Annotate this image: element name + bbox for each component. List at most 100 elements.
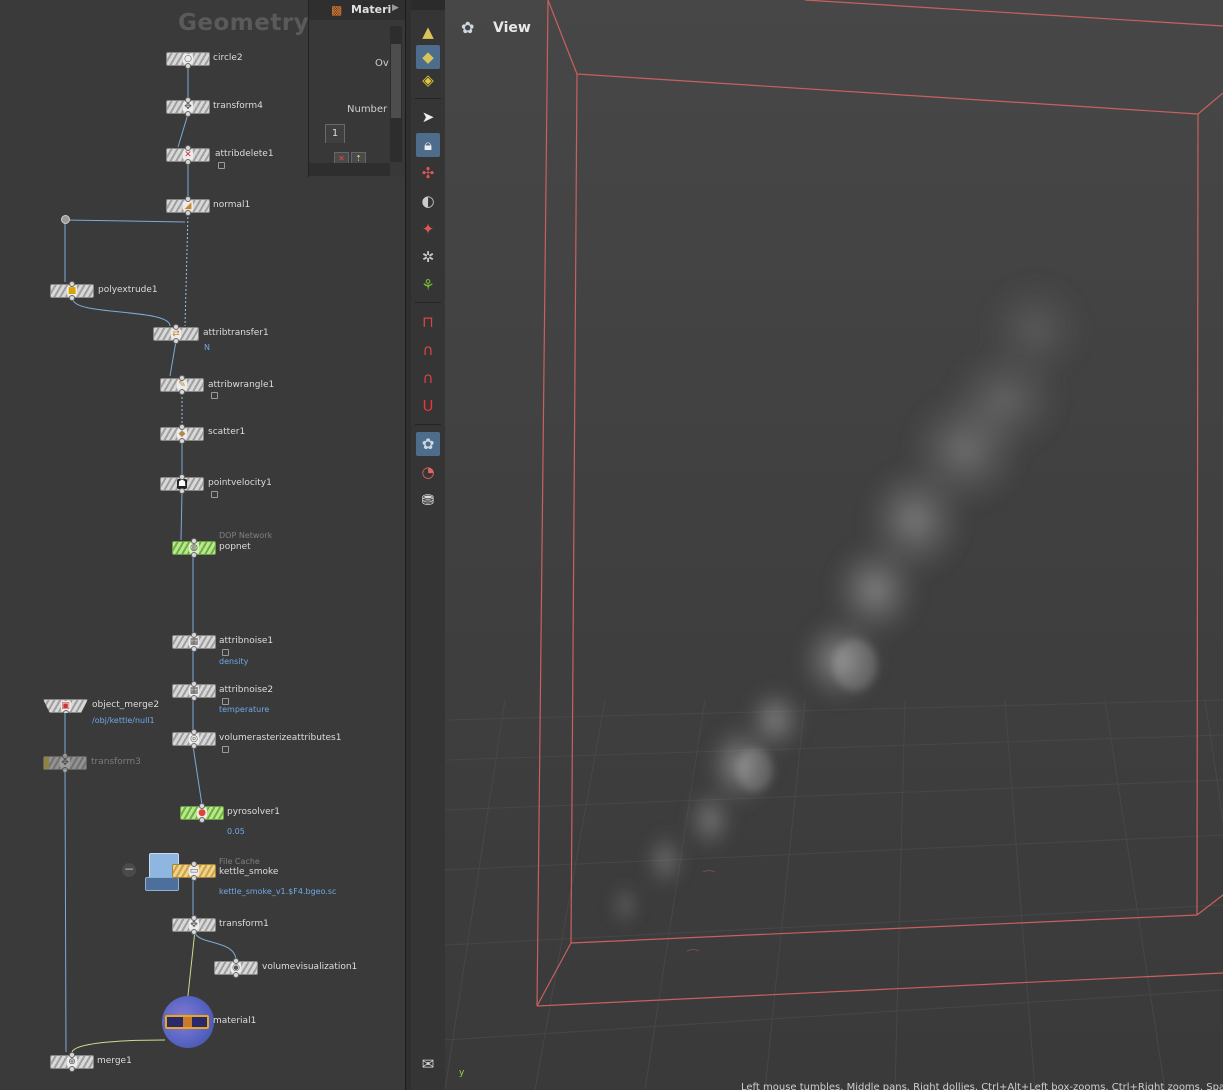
lock-icon xyxy=(222,746,229,753)
node-attribwrangle1[interactable]: ✎ xyxy=(160,375,204,395)
node-label[interactable]: attribwrangle1 xyxy=(208,380,274,390)
wire xyxy=(64,219,186,223)
node-label[interactable]: circle2 xyxy=(213,53,243,63)
node-label[interactable]: attribnoise1 xyxy=(219,636,273,646)
object-mode-icon[interactable]: ▲ xyxy=(416,20,440,44)
lock-icon xyxy=(222,698,229,705)
snap-point-icon[interactable]: ∩ xyxy=(416,366,440,390)
node-transform4[interactable]: ✥ xyxy=(166,97,210,117)
node-label[interactable]: transform1 xyxy=(219,919,269,929)
node-label[interactable]: attribdelete1 xyxy=(215,149,274,159)
visibility-icon[interactable]: ✉ xyxy=(416,1052,440,1076)
node-label[interactable]: attribtransfer1 xyxy=(203,328,269,338)
node-label[interactable]: kettle_smoke xyxy=(219,867,278,877)
node-sub-label: 0.05 xyxy=(227,827,245,836)
handle-icon[interactable]: ✣ xyxy=(416,161,440,185)
material-node-icon: ▩ xyxy=(331,3,343,17)
node-merge1[interactable]: ⊕ xyxy=(50,1052,94,1072)
wire xyxy=(169,340,177,377)
node-label[interactable]: merge1 xyxy=(97,1056,132,1066)
lock-icon xyxy=(218,162,225,169)
render-icon[interactable]: ⛃ xyxy=(416,488,440,512)
houdini-window: Geometry ○ circle2 ✥ transform4 ✕ attrib… xyxy=(0,0,1223,1090)
node-attribtransfer1[interactable]: ⇄ xyxy=(153,324,199,344)
node-volumevisualization1[interactable]: ◉ xyxy=(214,958,258,978)
node-popnet[interactable]: ◍ xyxy=(172,538,216,558)
node-type-tab[interactable]: Materi xyxy=(351,3,391,16)
scene-viewport[interactable]: ✿ View y Left mouse tumbles. Middle pans… xyxy=(445,0,1223,1090)
wire xyxy=(177,113,189,148)
node-label[interactable]: material1 xyxy=(213,1016,256,1026)
node-pyrosolver1[interactable]: ● xyxy=(180,803,224,823)
camera-icon[interactable]: ✲ xyxy=(416,245,440,269)
lock-icon xyxy=(222,649,229,656)
wire xyxy=(71,1039,166,1053)
node-volumerasterizeattributes1[interactable]: ◎ xyxy=(172,729,216,749)
number-of-materials-label: Number xyxy=(347,104,388,115)
wire-dot[interactable] xyxy=(61,215,70,224)
scatter-tool-icon[interactable]: ⚘ xyxy=(416,273,440,297)
node-normal1[interactable]: ◢ xyxy=(166,196,210,216)
node-label[interactable]: pyrosolver1 xyxy=(227,807,280,817)
node-label[interactable]: transform4 xyxy=(213,101,263,111)
multiparm-tab[interactable]: 1 xyxy=(325,124,345,143)
node-label[interactable]: volumevisualization1 xyxy=(262,962,357,972)
smoke-volume xyxy=(611,275,1090,927)
node-sub-label: density xyxy=(219,657,249,666)
node-label[interactable]: object_merge2 xyxy=(92,700,159,710)
node-pointvelocity1[interactable]: ☗ xyxy=(160,474,204,494)
node-type-label: DOP Network xyxy=(219,531,273,540)
node-label[interactable]: normal1 xyxy=(213,200,250,210)
parameter-pane: ▩ Materi ▶ Ov Number 1 ✕ ⇡ xyxy=(308,0,406,177)
node-polyextrude1[interactable]: ■ xyxy=(50,281,94,301)
node-attribdelete1[interactable]: ✕ xyxy=(166,145,210,165)
wire xyxy=(180,490,183,541)
node-label[interactable]: volumerasterizeattributes1 xyxy=(219,733,341,743)
ground-grid xyxy=(445,699,1223,1090)
display-flags-icon[interactable]: ◔ xyxy=(416,460,440,484)
node-transform1[interactable]: ✥ xyxy=(172,915,216,935)
viewport-title[interactable]: View xyxy=(493,20,531,36)
lock-select-icon[interactable]: 🔒︎ xyxy=(416,133,440,157)
node-label[interactable]: polyextrude1 xyxy=(98,285,158,295)
snap-grid-icon[interactable]: ⊓ xyxy=(416,310,440,334)
node-sub-label: kettle_smoke_v1.$F4.bgeo.sc xyxy=(219,887,337,896)
node-attribnoise2[interactable]: ▦ xyxy=(172,681,216,701)
wire xyxy=(64,769,67,1053)
node-material1[interactable] xyxy=(165,1015,209,1029)
node-scatter1[interactable]: ◆ xyxy=(160,424,204,444)
parameter-scrollbar[interactable] xyxy=(390,26,402,162)
node-kettle_smoke[interactable]: ▭ xyxy=(172,861,216,881)
snap-multi-icon[interactable]: U xyxy=(416,394,440,418)
node-transform3[interactable]: ✥ xyxy=(43,753,87,773)
axis-y-label: y xyxy=(459,1068,465,1078)
select-icon[interactable]: ➤ xyxy=(416,105,440,129)
node-circle2[interactable]: ○ xyxy=(166,52,210,69)
view-icon[interactable]: ◐ xyxy=(416,189,440,213)
bypass-flag[interactable] xyxy=(44,757,49,769)
dynamics-mode-icon[interactable]: ◈ xyxy=(416,68,440,92)
geometry-mode-icon[interactable]: ◆ xyxy=(416,45,440,69)
parameter-footer xyxy=(309,163,390,176)
node-label[interactable]: popnet xyxy=(219,542,251,552)
play-arrow-icon[interactable]: ▶ xyxy=(392,3,399,13)
dotted-wire xyxy=(184,212,189,327)
node-type-label: File Cache xyxy=(219,857,260,866)
wire xyxy=(72,298,171,327)
node-label[interactable]: attribnoise2 xyxy=(219,685,273,695)
display-options-icon[interactable]: ✿ xyxy=(416,432,440,456)
node-attribnoise1[interactable]: ▦ xyxy=(172,632,216,652)
node-object_merge2[interactable]: ▣ xyxy=(43,699,88,713)
view-options-icon[interactable]: ✿ xyxy=(461,18,485,40)
node-label[interactable]: pointvelocity1 xyxy=(208,478,272,488)
toolbar-header xyxy=(411,0,445,10)
snap-prim-icon[interactable]: ∩ xyxy=(416,338,440,362)
node-label[interactable]: transform3 xyxy=(91,757,141,767)
minus-icon[interactable]: − xyxy=(122,863,136,877)
lock-icon xyxy=(211,491,218,498)
scene-canvas[interactable] xyxy=(445,0,1223,1090)
viewport-status-text: Left mouse tumbles. Middle pans. Right d… xyxy=(741,1082,1223,1090)
node-label[interactable]: scatter1 xyxy=(208,427,245,437)
ground-marker xyxy=(686,870,716,952)
light-icon[interactable]: ✦ xyxy=(416,217,440,241)
